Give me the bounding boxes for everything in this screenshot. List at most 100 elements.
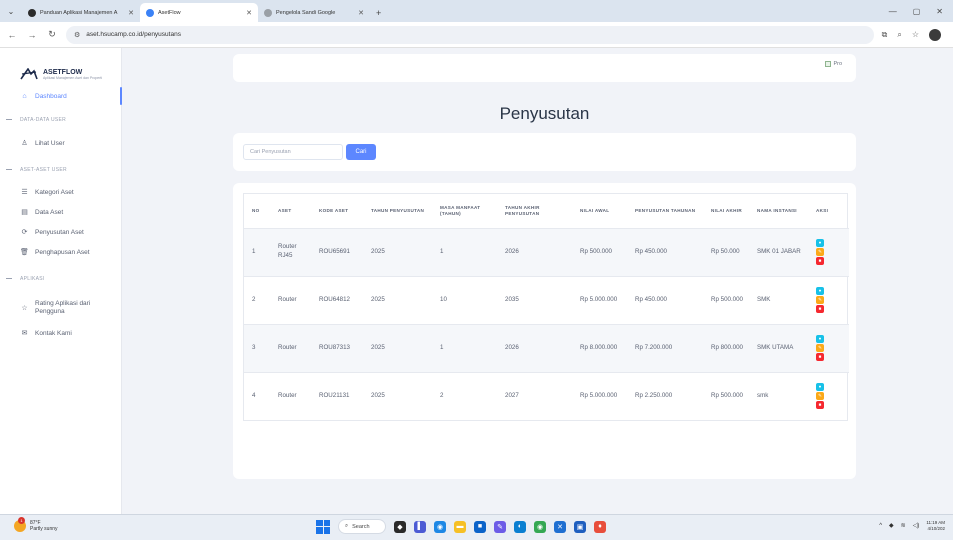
tab-asetflow[interactable]: AsetFlow ✕ xyxy=(140,3,258,22)
other-app-icon[interactable]: ♦ xyxy=(594,520,606,533)
chrome-app-icon[interactable]: ◉ xyxy=(534,520,546,533)
forward-icon[interactable]: → xyxy=(26,30,38,40)
sidebar-item-label: Kategori Aset xyxy=(35,188,74,196)
page-title: Penyusutan xyxy=(499,104,590,123)
view-button[interactable]: ● xyxy=(816,335,824,343)
file-explorer-icon[interactable]: ▬ xyxy=(454,520,466,533)
sidebar-item-label: Penghapusan Aset xyxy=(35,248,90,256)
cell-kode: ROU87313 xyxy=(311,323,363,372)
trash-icon: ■ xyxy=(818,257,822,263)
back-icon[interactable]: ← xyxy=(6,30,18,40)
minimize-icon[interactable]: — xyxy=(889,7,897,16)
taskbar-search[interactable]: ⌕ Search xyxy=(338,519,386,534)
windows-start-icon[interactable] xyxy=(316,519,330,534)
cell-kode: ROU64812 xyxy=(311,275,363,324)
star-icon: ☆ xyxy=(21,305,28,312)
cell-instansi: SMK xyxy=(749,275,808,324)
tab-search-icon[interactable]: ⌄ xyxy=(0,0,22,22)
view-button[interactable]: ● xyxy=(816,287,824,295)
sidebar-item-data-aset[interactable]: ▤ Data Aset xyxy=(0,205,122,219)
delete-button[interactable]: ■ xyxy=(816,353,824,361)
edit-button[interactable]: ✎ xyxy=(816,392,824,401)
tab-panduan[interactable]: Panduan Aplikasi Manajemen A ✕ xyxy=(22,3,140,22)
column-header: TAHUN AKHIR PENYUSUTAN xyxy=(505,204,540,216)
sidebar-item-penyusutan-aset[interactable]: ⟳ Penyusutan Aset xyxy=(0,225,122,239)
terminal-app-icon[interactable]: ▣ xyxy=(574,520,586,533)
cell-aksi: ● ✎ ■ xyxy=(808,227,849,276)
profile-avatar[interactable] xyxy=(929,28,941,41)
volume-icon[interactable]: ◁) xyxy=(913,522,920,529)
sidebar-item-rating[interactable]: ☆ Rating Aplikasi dari Pengguna xyxy=(0,297,122,319)
cell-aset: Router RJ45 xyxy=(270,227,311,276)
address-bar[interactable]: ⚙ aset.hsucamp.co.id/penyusutans xyxy=(66,25,874,44)
sidebar-item-dashboard[interactable]: ⌂ Dashboard xyxy=(0,87,122,105)
eye-icon: ● xyxy=(818,287,822,293)
cell-tahun: 2025 xyxy=(363,227,432,276)
edit-button[interactable]: ✎ xyxy=(816,344,824,352)
site-info-icon[interactable]: ⚙ xyxy=(74,31,80,39)
view-button[interactable]: ● xyxy=(816,383,824,392)
new-tab-button[interactable]: + xyxy=(370,3,387,22)
delete-button[interactable]: ■ xyxy=(816,401,824,410)
tab-close-icon[interactable]: ✕ xyxy=(352,9,364,17)
search-input[interactable] xyxy=(243,144,343,160)
eye-icon: ● xyxy=(818,239,822,245)
edit-button[interactable]: ✎ xyxy=(816,296,824,304)
cell-nilai-awal: Rp 5.000.000 xyxy=(572,275,627,324)
sidebar-item-lihat-user[interactable]: ♙ Lihat User xyxy=(0,136,122,150)
refresh-icon: ⟳ xyxy=(21,229,28,236)
message-icon: ✉ xyxy=(21,330,28,337)
section-divider xyxy=(6,278,12,279)
view-button[interactable]: ● xyxy=(816,239,824,247)
tab-label: AsetFlow xyxy=(158,9,181,16)
sidebar-item-label: Kontak Kami xyxy=(35,329,72,337)
cell-no: 1 xyxy=(244,227,270,276)
weather-widget[interactable]: 1 87°F Partly sunny xyxy=(14,517,58,532)
cell-instansi: smk xyxy=(749,371,808,420)
column-header: KODE ASET xyxy=(319,207,349,213)
address-url: aset.hsucamp.co.id/penyusutans xyxy=(86,31,181,38)
widgets-app-icon[interactable]: ◆ xyxy=(394,520,406,533)
tray-app-icon[interactable]: ◆ xyxy=(889,522,894,529)
edit-icon: ✎ xyxy=(818,296,822,302)
taskbar-clock[interactable]: 11:19 AM 4/10/202 xyxy=(926,520,945,532)
delete-button[interactable]: ■ xyxy=(816,257,824,265)
wifi-icon[interactable]: ≋ xyxy=(901,522,906,529)
bookmark-star-icon[interactable]: ☆ xyxy=(912,30,919,39)
sidebar-item-kategori-aset[interactable]: ☰ Kategori Aset xyxy=(0,185,122,199)
store-app-icon[interactable]: ■ xyxy=(474,520,486,533)
chrome-dev-app-icon[interactable]: ◉ xyxy=(434,520,446,533)
tab-close-icon[interactable]: ✕ xyxy=(122,9,134,17)
zoom-icon[interactable]: ⌕ xyxy=(897,30,901,40)
search-card: Cari xyxy=(233,133,856,171)
table-icon: ▤ xyxy=(21,209,28,216)
cell-masa: 1 xyxy=(432,227,497,276)
section-divider xyxy=(6,119,12,120)
reload-icon[interactable]: ↻ xyxy=(46,29,58,40)
search-button[interactable]: Cari xyxy=(346,144,376,160)
clock-time: 11:19 AM xyxy=(926,520,945,525)
os-taskbar: 1 87°F Partly sunny ⌕ Search ◆ ▌ ◉ ▬ ■ ✎… xyxy=(0,514,953,540)
tab-label: Panduan Aplikasi Manajemen A xyxy=(40,9,118,16)
tab-favicon-icon xyxy=(28,8,36,17)
close-window-icon[interactable]: ✕ xyxy=(936,7,943,16)
brand[interactable]: ASETFLOW Aplikasi Manajemen Aset dan Pro… xyxy=(0,48,121,88)
tray-overflow-icon[interactable]: ^ xyxy=(879,523,882,529)
profile-image[interactable]: Pro xyxy=(825,61,842,67)
edge-app-icon[interactable]: ◐ xyxy=(514,520,526,533)
sidebar-item-penghapusan-aset[interactable]: 🗑 Penghapusan Aset xyxy=(0,245,122,259)
tab-google-password[interactable]: Pengelola Sandi Google ✕ xyxy=(258,3,370,22)
table-row: 2 Router ROU64812 2025 10 2035 Rp 5.000.… xyxy=(244,275,849,324)
maximize-icon[interactable]: ▢ xyxy=(913,7,921,16)
vscode-app-icon[interactable]: ✕ xyxy=(554,520,566,533)
delete-button[interactable]: ■ xyxy=(816,305,824,313)
sidebar-item-kontak[interactable]: ✉ Kontak Kami xyxy=(0,326,122,340)
editor-app-icon[interactable]: ✎ xyxy=(494,520,506,533)
trash-icon: ■ xyxy=(818,353,822,359)
translate-icon[interactable]: ⧉ xyxy=(882,30,888,40)
teams-app-icon[interactable]: ▌ xyxy=(414,520,426,533)
taskbar-apps: ⌕ Search ◆ ▌ ◉ ▬ ■ ✎ ◐ ◉ ✕ ▣ ♦ xyxy=(316,519,606,534)
tab-close-icon[interactable]: ✕ xyxy=(240,9,252,17)
edit-button[interactable]: ✎ xyxy=(816,248,824,256)
toolbar-actions: ⧉ ⌕ ☆ xyxy=(882,28,947,41)
